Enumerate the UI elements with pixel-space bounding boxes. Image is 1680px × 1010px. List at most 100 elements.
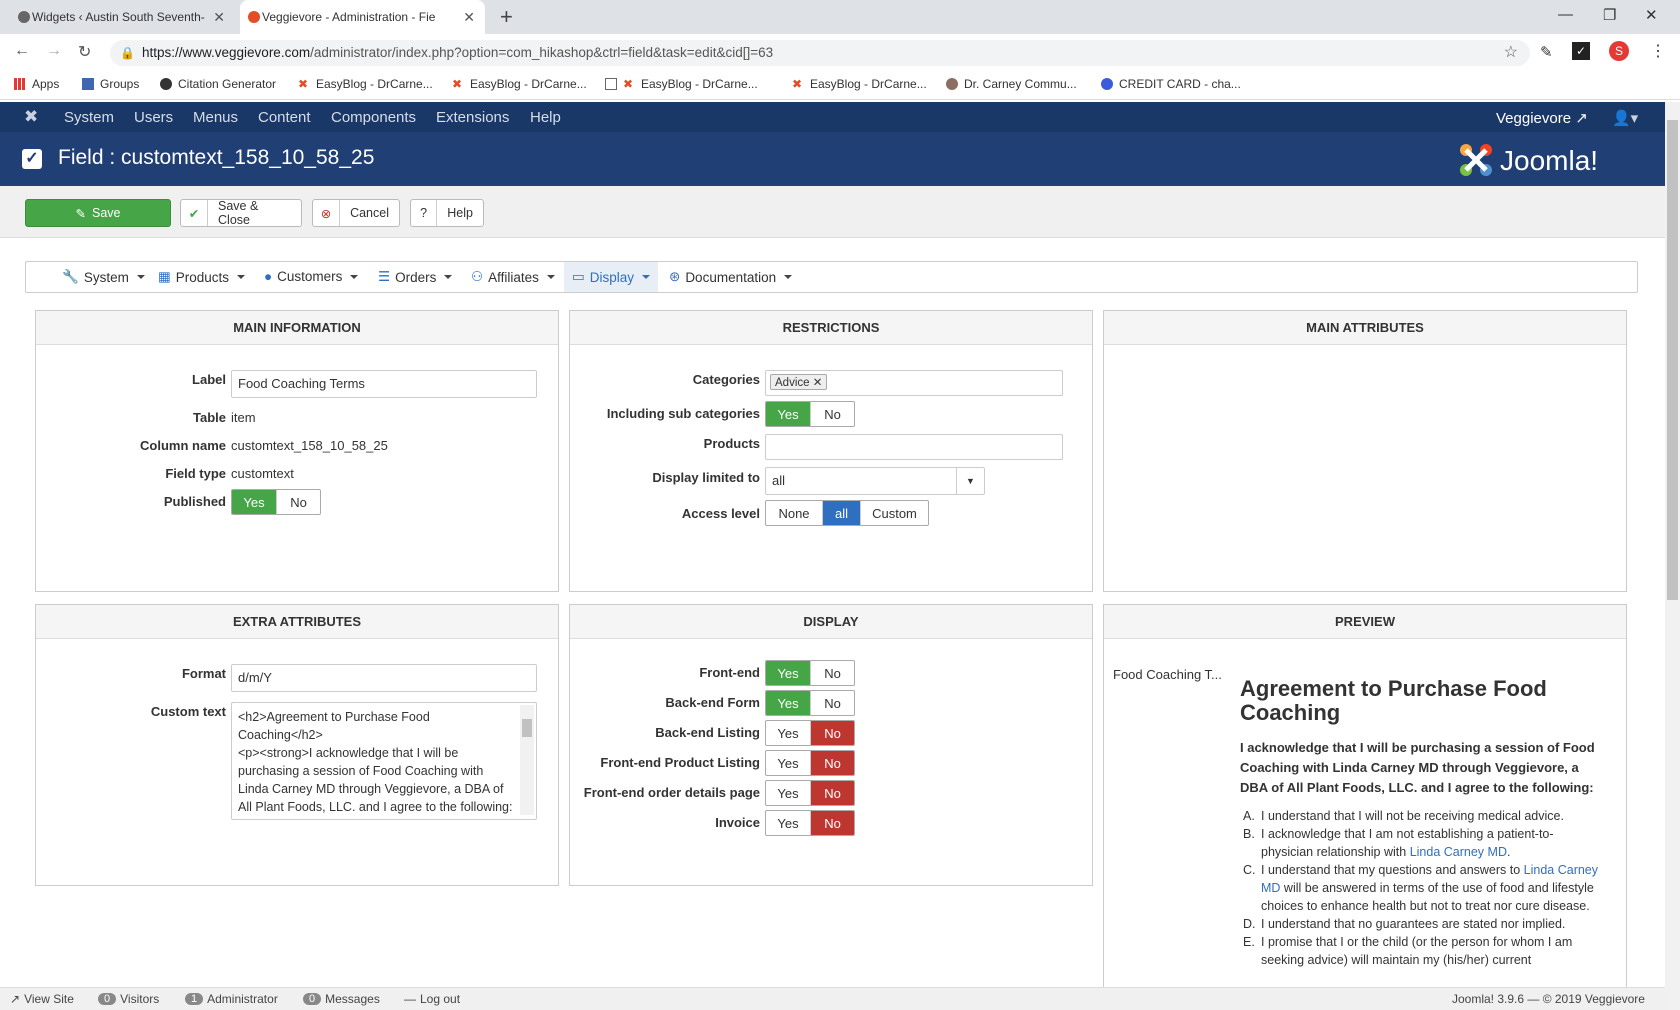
eyedropper-icon[interactable]: ✎ — [1540, 43, 1553, 61]
close-tab-icon[interactable]: ✕ — [213, 9, 225, 26]
display-row-toggle[interactable]: Yes No — [765, 750, 855, 776]
no-option[interactable]: No — [810, 691, 854, 715]
no-option[interactable]: No — [810, 661, 854, 685]
published-toggle[interactable]: Yes No — [231, 489, 321, 515]
nav-extensions[interactable]: Extensions — [436, 109, 509, 126]
minimize-icon[interactable]: — — [1558, 6, 1573, 23]
bookmark-citation[interactable]: Citation Generator — [160, 77, 276, 91]
subcategories-toggle[interactable]: Yes No — [765, 401, 855, 427]
display-row-toggle[interactable]: Yes No — [765, 810, 855, 836]
bookmark-groups[interactable]: Groups — [82, 77, 139, 91]
site-link[interactable]: Veggievore ↗ — [1496, 109, 1588, 127]
categories-input[interactable]: Advice ✕ — [765, 370, 1063, 396]
panel-heading: MAIN ATTRIBUTES — [1104, 311, 1626, 345]
no-option[interactable]: No — [810, 721, 854, 745]
scrollbar-thumb[interactable] — [1667, 120, 1678, 600]
status-footer: ↗ View Site 0 Visitors 1 Administrator 0 Mes… — [0, 987, 1665, 1010]
reload-icon[interactable]: ↻ — [78, 42, 91, 62]
list-marker: B. — [1243, 827, 1255, 841]
forward-icon[interactable]: → — [46, 42, 62, 60]
view-site-link[interactable]: ↗ View Site — [10, 992, 74, 1006]
nav-menus[interactable]: Menus — [193, 109, 238, 126]
citation-icon — [160, 78, 172, 90]
bookmark-easyblog[interactable]: ✖ EasyBlog - DrCarne... — [792, 77, 927, 91]
textarea-scrollbar[interactable] — [520, 705, 534, 815]
profile-avatar[interactable]: S — [1609, 41, 1629, 61]
remove-tag-icon[interactable]: ✕ — [813, 377, 823, 389]
menu-icon[interactable]: ⋮ — [1650, 41, 1666, 61]
help-button[interactable]: ? Help — [410, 199, 484, 227]
nav-content[interactable]: Content — [258, 109, 311, 126]
menu-display[interactable]: ▭ Display — [564, 262, 659, 292]
messages-link[interactable]: 0 Messages — [303, 992, 380, 1006]
nav-components[interactable]: Components — [331, 109, 416, 126]
display-row-toggle[interactable]: Yes No — [765, 720, 855, 746]
nav-help[interactable]: Help — [530, 109, 561, 126]
display-limited-select[interactable]: all ▼ — [765, 467, 985, 495]
menu-system[interactable]: 🔧 System — [62, 269, 145, 285]
yes-option[interactable]: Yes — [766, 811, 810, 835]
yes-option[interactable]: Yes — [766, 781, 810, 805]
bookmark-easyblog[interactable]: ✖ EasyBlog - DrCarne... — [298, 77, 433, 91]
display-row-toggle[interactable]: Yes No — [765, 780, 855, 806]
linda-carney-link[interactable]: Linda Carney MD — [1410, 845, 1507, 859]
bookmark-credit-card[interactable]: CREDIT CARD - cha... — [1101, 77, 1241, 91]
display-row-toggle[interactable]: Yes No — [765, 690, 855, 716]
access-none[interactable]: None — [766, 501, 822, 525]
extension-icon[interactable]: ✓ — [1572, 42, 1590, 60]
user-menu-icon[interactable]: 👤▾ — [1612, 109, 1638, 127]
no-option[interactable]: No — [810, 811, 854, 835]
label-input[interactable]: Food Coaching Terms — [231, 370, 537, 398]
yes-option[interactable]: Yes — [766, 751, 810, 775]
save-close-button[interactable]: ✔ Save & Close — [180, 199, 302, 227]
access-level-toggle[interactable]: None all Custom — [765, 500, 929, 526]
no-option[interactable]: No — [810, 781, 854, 805]
visitors-link[interactable]: 0 Visitors — [98, 992, 159, 1006]
joomla-icon: ✖ — [298, 77, 309, 91]
custom-text-textarea[interactable]: <h2>Agreement to Purchase Food Coaching<… — [231, 702, 537, 820]
nav-system[interactable]: System — [64, 109, 114, 126]
menu-products[interactable]: ▦ Products — [158, 269, 246, 285]
list-text: I understand that no guarantees are stat… — [1261, 915, 1565, 933]
list-text: I understand that I will not be receivin… — [1261, 807, 1564, 825]
yes-option[interactable]: Yes — [766, 661, 810, 685]
format-input[interactable]: d/m/Y — [231, 664, 537, 692]
access-all[interactable]: all — [822, 501, 860, 525]
bookmark-easyblog[interactable]: ✖ EasyBlog - DrCarne... — [605, 77, 758, 91]
restore-icon[interactable]: ❐ — [1603, 6, 1616, 24]
yes-option[interactable]: Yes — [766, 402, 810, 426]
close-window-icon[interactable]: ✕ — [1645, 6, 1658, 24]
yes-option[interactable]: Yes — [232, 490, 276, 514]
browser-tab[interactable]: Widgets ‹ Austin South Seventh- ✕ — [10, 0, 235, 34]
menu-affiliates[interactable]: ⚇ Affiliates — [471, 269, 555, 285]
bookmark-easyblog[interactable]: ✖ EasyBlog - DrCarne... — [452, 77, 587, 91]
svg-text:Joomla!: Joomla! — [1500, 145, 1598, 176]
access-custom[interactable]: Custom — [860, 501, 928, 525]
display-row-toggle[interactable]: Yes No — [765, 660, 855, 686]
logout-link[interactable]: — Log out — [404, 992, 460, 1006]
new-tab-icon[interactable]: + — [500, 4, 513, 30]
no-option[interactable]: No — [810, 402, 854, 426]
menu-orders[interactable]: ☰ Orders — [378, 269, 453, 285]
minus-icon: — — [404, 992, 416, 1006]
yes-option[interactable]: Yes — [766, 721, 810, 745]
no-option[interactable]: No — [276, 490, 320, 514]
menu-customers[interactable]: ● Customers — [264, 269, 359, 284]
products-input[interactable] — [765, 434, 1063, 460]
administrator-link[interactable]: 1 Administrator — [185, 992, 278, 1006]
joomla-menu-icon[interactable]: ✖ — [24, 107, 38, 127]
bookmark-apps[interactable]: Apps — [14, 77, 59, 91]
close-tab-icon[interactable]: ✕ — [463, 9, 475, 26]
no-option[interactable]: No — [810, 751, 854, 775]
url-bar[interactable]: 🔒 https://www.veggievore.com/administrat… — [110, 40, 1530, 66]
bookmark-community[interactable]: Dr. Carney Commu... — [946, 77, 1077, 91]
save-button[interactable]: ✎ Save — [25, 199, 171, 227]
star-icon[interactable]: ☆ — [1504, 40, 1518, 66]
menu-documentation[interactable]: ⊛ Documentation — [669, 269, 793, 285]
nav-users[interactable]: Users — [134, 109, 173, 126]
back-icon[interactable]: ← — [14, 42, 30, 60]
browser-tab-active[interactable]: Veggievore - Administration - Fie ✕ — [240, 0, 485, 34]
cancel-button[interactable]: ⊗ Cancel — [312, 199, 400, 227]
preview-list: A. I understand that I will not be receiv… — [1243, 807, 1603, 985]
yes-option[interactable]: Yes — [766, 691, 810, 715]
